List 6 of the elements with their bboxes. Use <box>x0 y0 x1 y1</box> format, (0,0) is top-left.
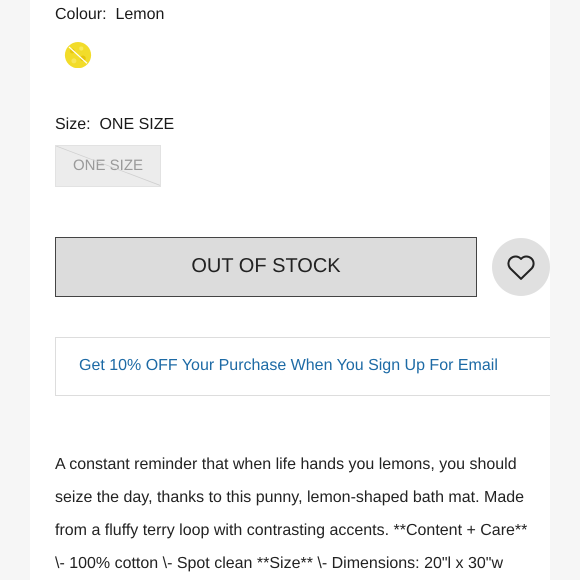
size-label: Size: ONE SIZE <box>55 115 176 136</box>
lemon-swatch[interactable] <box>62 42 94 68</box>
product-description: A constant reminder that when life hands you lemons, you should seize the day, thanks to this punny, lemon-shaped bath mat. Made from a fluffy terry loop with contrasting accents. **Content + Care** \- 100% cotton \- Spot clean **Size** \- Dimensions: 20"l x 30"w <box>55 455 528 574</box>
email-signup-link[interactable]: Get 10% OFF Your Purchase When You Sign Up For Email <box>55 336 550 396</box>
heart-icon <box>506 252 536 281</box>
colour-label: Colour: Lemon <box>55 5 166 25</box>
